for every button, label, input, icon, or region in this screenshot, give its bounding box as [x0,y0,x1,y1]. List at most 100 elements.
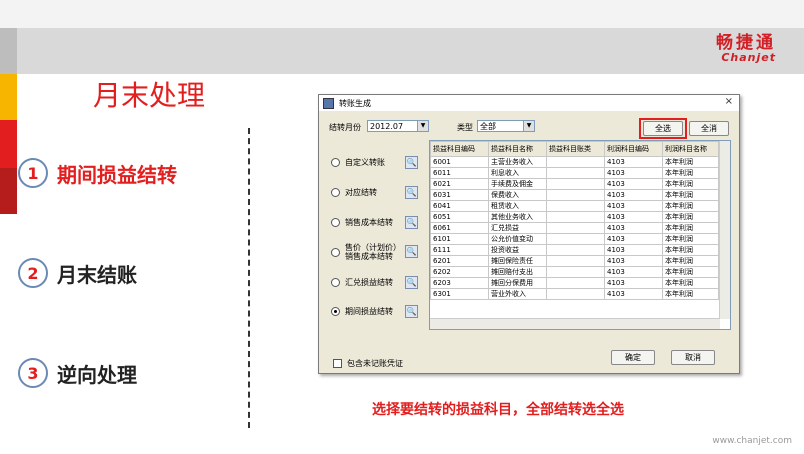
option-exchange-transfer[interactable]: 汇兑损益结转 [331,278,401,287]
cell: 6203 [430,277,489,289]
cell: 本年利润 [662,189,719,201]
cell: 6301 [430,288,489,300]
cell: 6041 [430,200,489,212]
search-icon[interactable]: 🔍 [405,216,418,229]
table-row[interactable]: 6301 营业外收入 4103 本年利润 [430,288,719,300]
close-icon[interactable]: × [725,96,733,107]
chevron-down-icon[interactable]: ▼ [523,121,534,131]
cell: 4103 [604,178,663,190]
search-icon[interactable]: 🔍 [405,156,418,169]
chevron-down-icon[interactable]: ▼ [417,121,428,131]
type-select[interactable]: 全部 ▼ [477,120,535,132]
header-band [0,28,804,74]
cell [546,233,605,245]
dialog-titlebar: 转账生成 × [319,95,739,111]
option-label: 自定义转账 [345,158,385,167]
cell: 本年利润 [662,266,719,278]
table-row[interactable]: 6011 利息收入 4103 本年利润 [430,167,719,179]
clear-all-button[interactable]: 全消 [689,121,729,136]
search-icon[interactable]: 🔍 [405,305,418,318]
cell: 营业外收入 [488,288,547,300]
cell: 4103 [604,222,663,234]
cell: 4103 [604,189,663,201]
radio-button[interactable] [331,158,340,167]
cell: 4103 [604,167,663,179]
table-row[interactable]: 6203 摊回分保费用 4103 本年利润 [430,277,719,289]
option-sales-cost-transfer[interactable]: 销售成本结转 [331,218,401,227]
cell: 6101 [430,233,489,245]
cell: 本年利润 [662,244,719,256]
step-2: 2 月末结账 [18,258,137,288]
table-row[interactable]: 6201 摊回保险责任 4103 本年利润 [430,255,719,267]
period-label: 结转月份 [329,123,361,132]
radio-button[interactable] [331,278,340,287]
cell [546,288,605,300]
option-sale-price-cost-transfer[interactable]: 售价（计划价）销售成本结转 [331,243,401,261]
radio-button[interactable] [331,247,340,257]
search-icon[interactable]: 🔍 [405,276,418,289]
checkbox[interactable] [333,359,342,368]
cell: 摊回分保费用 [488,277,547,289]
cell: 6031 [430,189,489,201]
search-icon[interactable]: 🔍 [405,186,418,199]
option-period-profit-loss-transfer[interactable]: 期间损益结转 [331,307,401,316]
option-label: 汇兑损益结转 [345,278,393,287]
dashed-divider [248,128,250,428]
step-label: 逆向处理 [57,362,137,387]
top-strip [0,0,804,28]
table-row[interactable]: 6031 保费收入 4103 本年利润 [430,189,719,201]
cell: 本年利润 [662,255,719,267]
cell: 本年利润 [662,222,719,234]
cell [546,266,605,278]
account-grid: 损益科目编码 损益科目名称 损益科目账类 利润科目编码 利润科目名称 6001 主… [429,140,731,330]
table-header-row: 损益科目编码 损益科目名称 损益科目账类 利润科目编码 利润科目名称 [430,141,719,157]
cell: 本年利润 [662,200,719,212]
column-header[interactable]: 损益科目名称 [488,141,547,157]
cell [546,156,605,168]
brand-name-en: Chanjet [721,51,776,64]
period-select[interactable]: 2012.07 ▼ [367,120,429,132]
accent-bar-darkred [0,168,17,214]
table-row[interactable]: 6021 手续费及佣金 4103 本年利润 [430,178,719,190]
option-corresponding-transfer[interactable]: 对应结转 [331,188,401,197]
search-icon[interactable]: 🔍 [405,245,418,258]
column-header[interactable]: 损益科目编码 [430,141,489,157]
cell: 6061 [430,222,489,234]
highlight-frame [639,118,687,139]
option-custom-transfer[interactable]: 自定义转账 [331,158,401,167]
cell: 4103 [604,156,663,168]
cell: 摊回赔付支出 [488,266,547,278]
cell: 投资收益 [488,244,547,256]
radio-button[interactable] [331,307,340,316]
column-header[interactable]: 利润科目编码 [604,141,663,157]
cell: 4103 [604,200,663,212]
cell: 利息收入 [488,167,547,179]
table-row[interactable]: 6051 其他业务收入 4103 本年利润 [430,211,719,223]
step-3: 3 逆向处理 [18,358,137,388]
account-table: 损益科目编码 损益科目名称 损益科目账类 利润科目编码 利润科目名称 6001 主… [430,141,719,300]
ok-button[interactable]: 确定 [611,350,655,365]
column-header[interactable]: 损益科目账类 [546,141,605,157]
table-row[interactable]: 6101 公允价值变动 4103 本年利润 [430,233,719,245]
option-label: 销售成本结转 [345,218,393,227]
accent-bar-orange [0,74,17,120]
radio-button[interactable] [331,188,340,197]
slide-title: 月末处理 [93,79,206,112]
period-value: 2012.07 [370,122,404,131]
column-header[interactable]: 利润科目名称 [662,141,719,157]
cell: 6202 [430,266,489,278]
horizontal-scrollbar[interactable] [430,318,720,329]
radio-button[interactable] [331,218,340,227]
include-unposted-checkbox[interactable]: 包含未记账凭证 [333,358,403,369]
cancel-button[interactable]: 取消 [671,350,715,365]
cell: 本年利润 [662,233,719,245]
step-number: 2 [18,258,48,288]
table-row[interactable]: 6041 租赁收入 4103 本年利润 [430,200,719,212]
cell [546,167,605,179]
table-row[interactable]: 6001 主营业务收入 4103 本年利润 [430,156,719,168]
table-row[interactable]: 6061 汇兑损益 4103 本年利润 [430,222,719,234]
cell: 4103 [604,288,663,300]
vertical-scrollbar[interactable] [719,141,730,319]
table-row[interactable]: 6111 投资收益 4103 本年利润 [430,244,719,256]
table-row[interactable]: 6202 摊回赔付支出 4103 本年利润 [430,266,719,278]
